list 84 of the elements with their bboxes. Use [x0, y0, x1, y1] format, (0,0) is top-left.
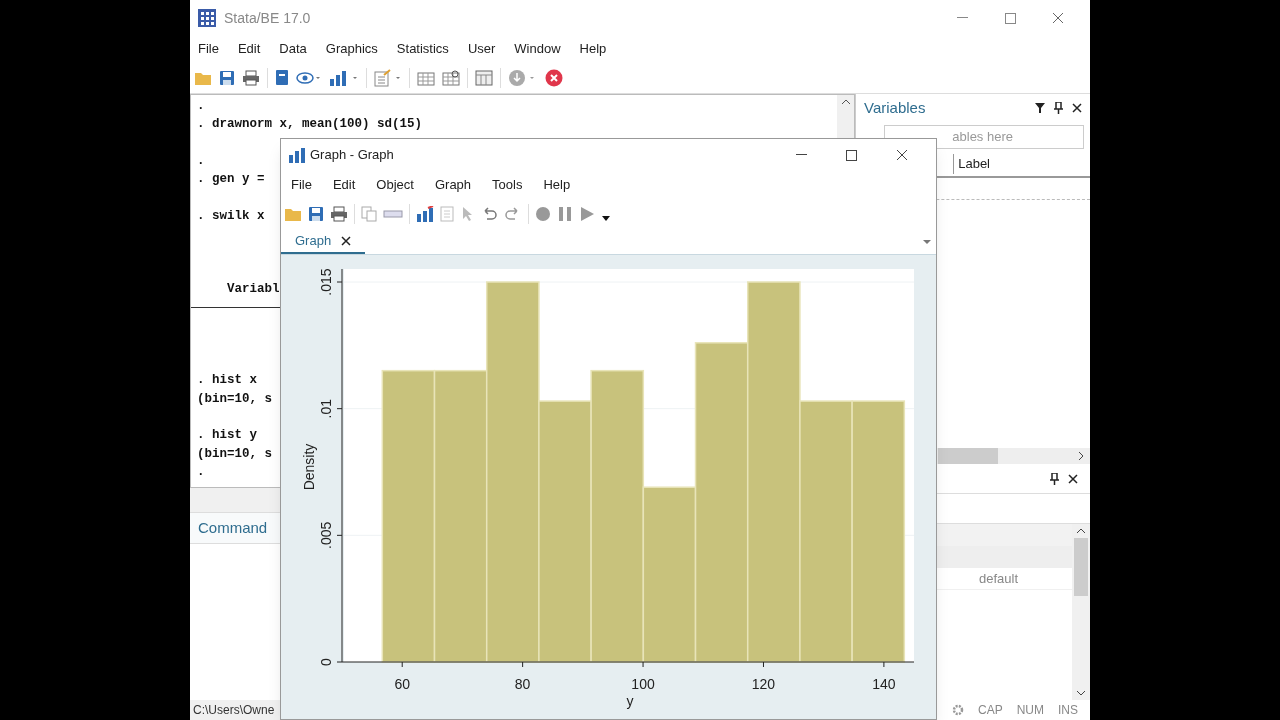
scroll-down-icon[interactable] [1076, 690, 1086, 696]
print-icon[interactable] [242, 69, 260, 86]
output-line: . swilk x [197, 207, 265, 225]
axis-tick-label: 0 [318, 658, 334, 666]
output-line: . hist x [197, 372, 257, 390]
axis-tick-label: .015 [318, 268, 334, 296]
output-line: (bin=10, s [197, 390, 272, 408]
menu-item[interactable]: File [291, 175, 312, 195]
close-icon[interactable] [1068, 473, 1078, 484]
menu-item[interactable]: Tools [492, 175, 523, 195]
output-line: . hist y [197, 427, 257, 445]
filter-icon[interactable] [1035, 103, 1045, 113]
pause-icon[interactable] [557, 206, 573, 222]
status-path: C:\Users\Owne [193, 702, 275, 719]
axis-tick-label: .01 [318, 398, 334, 419]
axis-tick-label: .005 [318, 521, 334, 549]
status-indicator: NUM [1016, 702, 1044, 719]
axis-tick-label: 120 [751, 676, 776, 692]
output-line: . drawnorm x, mean(100) sd(15) [197, 116, 423, 134]
variables-manager-icon[interactable] [475, 69, 493, 86]
pin-icon[interactable] [1054, 102, 1063, 114]
output-line: . [197, 152, 205, 170]
scrollbar-thumb[interactable] [1074, 538, 1088, 596]
print-icon[interactable] [330, 206, 348, 222]
close-icon [1052, 12, 1064, 24]
close-icon[interactable] [341, 235, 352, 246]
output-line: Variabl [226, 280, 280, 298]
axis-title: y [626, 693, 634, 709]
menu-item[interactable]: Statistics [396, 39, 449, 59]
scrollbar-thumb[interactable] [938, 448, 998, 464]
save-icon[interactable] [219, 69, 235, 86]
app-grid-icon [198, 9, 216, 27]
menu-item[interactable]: Help [579, 39, 607, 59]
tab[interactable]: Graph [281, 229, 366, 254]
menu-item[interactable]: Edit [237, 39, 261, 59]
graph-editor-icon[interactable] [416, 206, 434, 222]
axis-tick-label: 100 [631, 676, 655, 692]
gear-icon [951, 704, 964, 716]
data-browser-icon[interactable] [442, 69, 460, 86]
bar-chart-icon [289, 147, 305, 163]
close-icon [896, 149, 908, 161]
menu-item[interactable]: File [198, 39, 219, 59]
status-indicator: INS [1058, 702, 1078, 719]
data-editor-icon[interactable] [417, 69, 435, 86]
scroll-right-icon[interactable] [1078, 451, 1084, 461]
save-icon[interactable] [308, 206, 324, 222]
scroll-up-icon[interactable] [840, 99, 851, 105]
axis-tick-label: 80 [514, 676, 531, 692]
play-icon[interactable] [579, 206, 595, 222]
output-line: . [197, 98, 205, 115]
panel-title: Variables [864, 97, 926, 118]
record-icon[interactable] [535, 206, 551, 222]
bar-chart-icon[interactable] [329, 69, 359, 86]
eye-icon[interactable] [296, 69, 322, 86]
column-header[interactable]: Label [953, 154, 990, 174]
pin-icon[interactable] [1050, 472, 1059, 485]
output-line: (bin=10, s [197, 445, 272, 463]
minimize-icon [956, 17, 968, 19]
menu-item[interactable]: Help [543, 175, 571, 195]
break-icon[interactable] [545, 68, 563, 87]
menu-item[interactable]: Data [279, 39, 307, 59]
axis-tick-label: 60 [394, 676, 410, 692]
menu-item[interactable]: Object [376, 175, 414, 195]
maximize-icon [1004, 12, 1016, 24]
menu-item[interactable]: Window [514, 39, 561, 59]
editor-icon[interactable] [374, 68, 402, 87]
status-indicator: CAP [977, 702, 1003, 719]
scroll-up-icon[interactable] [1076, 528, 1086, 534]
window-title: Stata/BE 17.0 [224, 8, 311, 28]
menu-item[interactable]: Graphics [325, 39, 378, 59]
panel-title: Command [198, 517, 268, 538]
close-icon[interactable] [1072, 103, 1082, 113]
maximize-icon [845, 149, 857, 161]
menu-item[interactable]: Graph [434, 175, 472, 195]
axis-tick-label: 140 [872, 676, 896, 692]
notebook-icon[interactable] [275, 69, 289, 86]
menu-item[interactable]: User [467, 39, 496, 59]
property-value: default [979, 569, 1019, 588]
axis-title: Density [301, 443, 317, 491]
menu-item[interactable]: Edit [332, 175, 356, 195]
output-line: . [197, 463, 205, 481]
window-title: Graph - Graph [310, 146, 394, 165]
output-line: . gen y = [197, 171, 265, 189]
minimize-icon [795, 154, 807, 156]
